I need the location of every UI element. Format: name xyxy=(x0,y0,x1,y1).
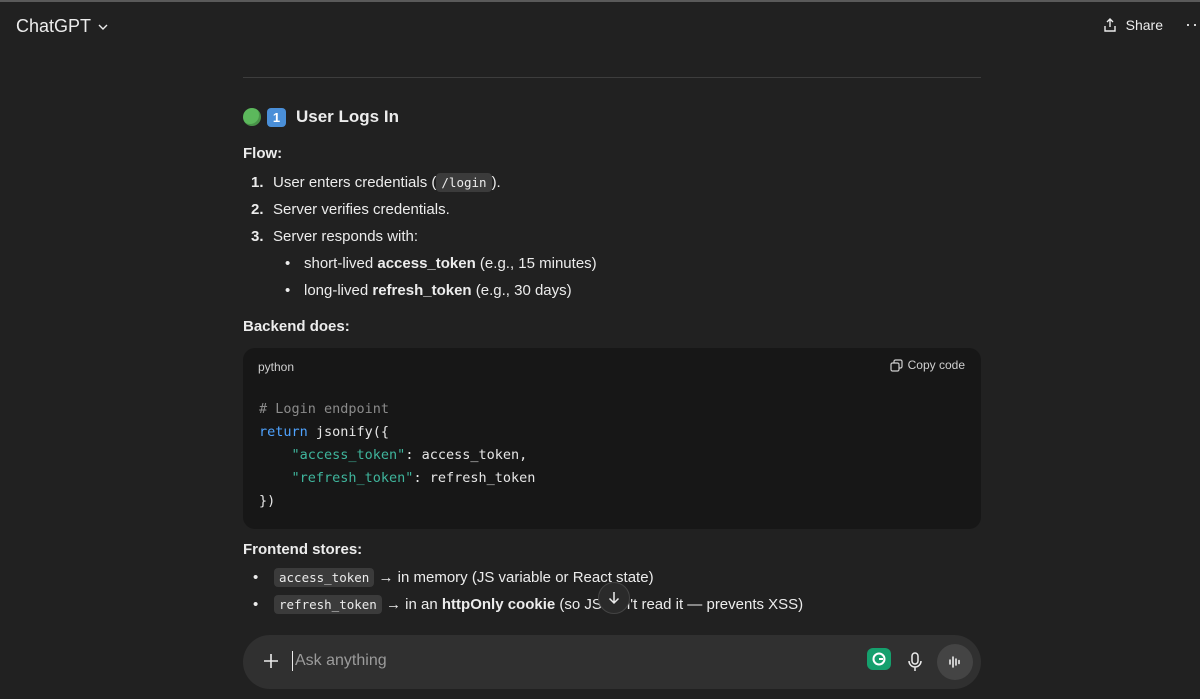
code-line: return jsonify({ xyxy=(259,424,390,440)
microphone-icon[interactable] xyxy=(905,651,925,673)
copy-code-label: Copy code xyxy=(907,358,965,372)
backend-label: Backend does: xyxy=(243,318,350,335)
item-text: access_token → in memory (JS variable or… xyxy=(274,568,654,587)
bullet: • xyxy=(253,569,259,586)
more-options-button[interactable]: ··· xyxy=(1185,14,1200,35)
flow-label: Flow: xyxy=(243,145,283,162)
text-caret xyxy=(292,651,293,671)
message-composer: Ask anything xyxy=(243,635,981,689)
code-block: python Copy code # Login endpoint return… xyxy=(243,348,981,529)
section-heading: 1 User Logs In xyxy=(243,107,399,127)
share-button[interactable]: Share xyxy=(1102,17,1163,33)
inline-code: refresh_token xyxy=(274,595,382,614)
item-text: refresh_token → in an httpOnly cookie (s… xyxy=(274,595,803,614)
share-label: Share xyxy=(1125,17,1163,33)
scroll-to-bottom-button[interactable] xyxy=(598,582,630,614)
arrow-down-icon xyxy=(608,592,620,605)
keycap-one-icon: 1 xyxy=(267,107,286,127)
voice-mode-button[interactable] xyxy=(937,644,973,680)
heading-text: User Logs In xyxy=(296,107,399,126)
token-text: short-lived access_token (e.g., 15 minut… xyxy=(304,255,597,272)
step-number: 1. xyxy=(251,174,264,191)
code-line: "refresh_token": refresh_token xyxy=(291,470,536,486)
step-text: Server verifies credentials. xyxy=(273,201,450,218)
model-name: ChatGPT xyxy=(16,16,92,36)
prompt-placeholder: Ask anything xyxy=(295,652,387,669)
plus-icon[interactable] xyxy=(260,650,282,672)
bullet: • xyxy=(253,596,259,613)
bullet: • xyxy=(285,255,291,272)
model-selector-button[interactable]: ChatGPT xyxy=(16,16,109,37)
bullet: • xyxy=(285,282,291,299)
frontend-label: Frontend stores: xyxy=(243,541,363,558)
share-icon xyxy=(1103,18,1116,32)
top-bar: ChatGPT Share ··· xyxy=(0,2,1200,52)
step-number: 3. xyxy=(251,228,264,245)
inline-code: access_token xyxy=(274,568,375,587)
grammarly-icon[interactable] xyxy=(867,648,891,670)
copy-icon xyxy=(890,358,903,372)
step-text: User enters credentials (/login). xyxy=(273,173,501,192)
code-line: "access_token": access_token, xyxy=(291,447,528,463)
green-circle-icon xyxy=(243,108,261,126)
inline-code: /login xyxy=(436,173,492,192)
step-text: Server responds with: xyxy=(273,228,419,245)
code-line: # Login endpoint xyxy=(259,401,390,417)
code-content: # Login endpoint return jsonify({ "acces… xyxy=(259,398,535,513)
code-language: python xyxy=(258,360,295,374)
section-divider xyxy=(243,77,981,78)
prompt-input[interactable]: Ask anything xyxy=(292,651,387,671)
copy-code-button[interactable]: Copy code xyxy=(890,358,965,372)
token-text: long-lived refresh_token (e.g., 30 days) xyxy=(304,282,572,299)
chevron-down-icon xyxy=(98,24,108,30)
voice-waveform-icon xyxy=(949,656,960,668)
step-number: 2. xyxy=(251,201,264,218)
code-line: }) xyxy=(259,493,276,509)
